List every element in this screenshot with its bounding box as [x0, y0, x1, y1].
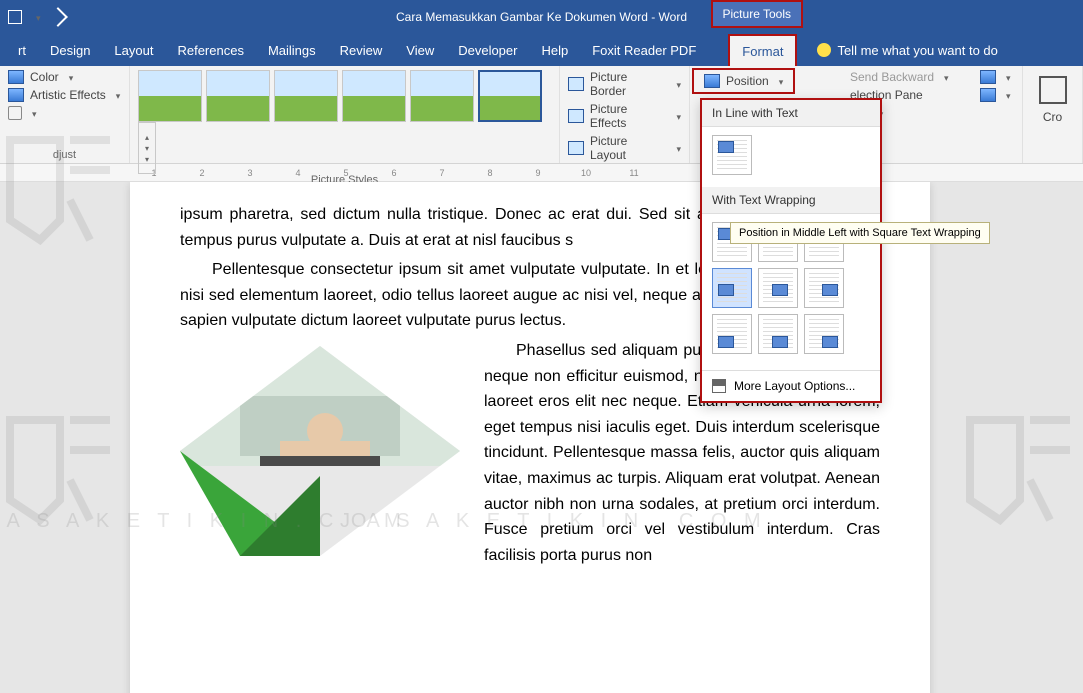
layout-icon — [568, 141, 584, 155]
bring-forward-icon[interactable] — [980, 70, 1011, 84]
position-inline[interactable] — [712, 135, 752, 175]
color-icon — [8, 70, 24, 84]
group-icon[interactable] — [980, 88, 1011, 102]
reset-picture-button[interactable] — [8, 106, 121, 120]
picture-style-gallery[interactable] — [138, 70, 551, 122]
ribbon: Color Artistic Effects djust ▴▾▾ Picture… — [0, 66, 1083, 164]
gallery-more-button[interactable]: ▴▾▾ — [138, 122, 156, 174]
group-adjust: Color Artistic Effects djust — [0, 66, 130, 163]
group-label-adjust: djust — [8, 149, 121, 161]
tab-developer[interactable]: Developer — [446, 34, 529, 66]
tab-review[interactable]: Review — [328, 34, 395, 66]
style-thumb[interactable] — [410, 70, 474, 122]
window-title: Cara Memasukkan Gambar Ke Dokumen Word -… — [396, 10, 687, 24]
qat-dropdown[interactable] — [32, 8, 41, 26]
reset-icon — [8, 106, 22, 120]
picture-border-button[interactable]: Picture Border — [568, 70, 681, 98]
style-thumb[interactable] — [138, 70, 202, 122]
position-tooltip: Position in Middle Left with Square Text… — [730, 222, 990, 244]
panel-header-inline: In Line with Text — [702, 100, 880, 127]
grid-icon — [712, 379, 726, 393]
context-tab-picture-tools: Picture Tools — [711, 0, 803, 28]
tab-help[interactable]: Help — [529, 34, 580, 66]
color-button[interactable]: Color — [8, 70, 121, 84]
artistic-icon — [8, 88, 24, 102]
panel-header-wrapping: With Text Wrapping — [702, 187, 880, 214]
ribbon-tabs: rt Design Layout References Mailings Rev… — [0, 34, 1083, 66]
picture-layout-button[interactable]: Picture Layout — [568, 134, 681, 162]
effects-icon — [568, 109, 584, 123]
border-icon — [568, 77, 584, 91]
tab-references[interactable]: References — [165, 34, 255, 66]
position-middle-right[interactable] — [804, 268, 844, 308]
style-thumb[interactable] — [274, 70, 338, 122]
bulb-icon — [817, 43, 831, 57]
tell-me-search[interactable]: Tell me what you want to do — [817, 34, 997, 66]
position-bottom-center[interactable] — [758, 314, 798, 354]
title-bar: Cara Memasukkan Gambar Ke Dokumen Word -… — [0, 0, 1083, 34]
inserted-picture[interactable] — [180, 346, 460, 556]
tab-layout[interactable]: Layout — [102, 34, 165, 66]
position-dropdown-panel: In Line with Text With Text Wrapping Mor… — [700, 98, 882, 403]
home-icon[interactable] — [8, 10, 22, 24]
position-bottom-left[interactable] — [712, 314, 752, 354]
group-picture-styles: ▴▾▾ Picture Styles — [130, 66, 560, 163]
tab-view[interactable]: View — [394, 34, 446, 66]
tell-me-text: Tell me what you want to do — [837, 43, 997, 58]
position-bottom-right[interactable] — [804, 314, 844, 354]
style-thumb[interactable] — [206, 70, 270, 122]
send-backward-button[interactable]: Send Backward — [850, 70, 949, 84]
tab-format[interactable]: Format — [728, 34, 797, 66]
group-size: Cro — [1023, 66, 1083, 163]
position-middle-center[interactable] — [758, 268, 798, 308]
tab-rt[interactable]: rt — [6, 34, 38, 66]
artistic-effects-button[interactable]: Artistic Effects — [8, 88, 121, 102]
qat-redo-icon[interactable] — [48, 7, 68, 27]
position-button[interactable]: Position — [692, 68, 795, 94]
picture-effects-button[interactable]: Picture Effects — [568, 102, 681, 130]
group-picture-tools: Picture Border Picture Effects Picture L… — [560, 66, 690, 163]
position-icon — [704, 74, 720, 88]
more-layout-options[interactable]: More Layout Options... — [702, 370, 880, 401]
style-thumb-selected[interactable] — [478, 70, 542, 122]
tab-foxit[interactable]: Foxit Reader PDF — [580, 34, 708, 66]
crop-icon[interactable] — [1039, 76, 1067, 104]
tab-mailings[interactable]: Mailings — [256, 34, 328, 66]
position-middle-left[interactable] — [712, 268, 752, 308]
document-area[interactable]: ipsum pharetra, sed dictum nulla tristiq… — [0, 182, 1083, 693]
style-thumb[interactable] — [342, 70, 406, 122]
tab-design[interactable]: Design — [38, 34, 102, 66]
crop-label: Cro — [1043, 110, 1062, 124]
